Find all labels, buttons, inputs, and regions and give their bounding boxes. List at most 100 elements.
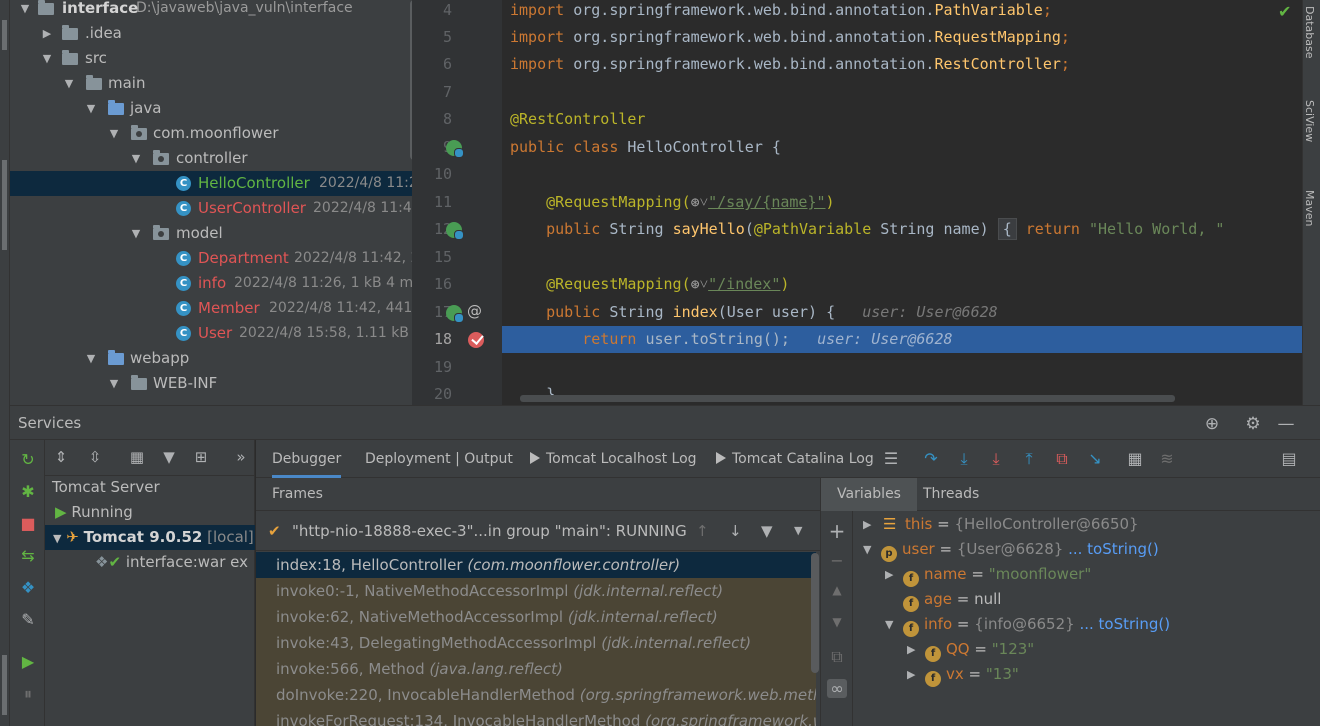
tree-item-member[interactable]: C Member 2022/4/8 11:42, 441 B — [10, 296, 412, 321]
evaluate-icon[interactable]: ▦ — [1124, 449, 1146, 468]
filter-icon[interactable]: ▼ — [159, 448, 179, 466]
tostring-link[interactable]: ... toString() — [1079, 615, 1170, 633]
move-up-icon[interactable]: ▲ — [827, 583, 847, 597]
bean-gutter-icon[interactable] — [446, 140, 464, 158]
frame-row[interactable]: doInvoke:220, InvocableHandlerMethod (or… — [256, 682, 816, 708]
frame-row[interactable]: invokeForRequest:134, InvocableHandlerMe… — [256, 708, 816, 726]
chevron-right-icon[interactable]: ▶ — [907, 662, 919, 687]
minimize-icon[interactable]: — — [1276, 414, 1296, 434]
tab-deployment-output[interactable]: Deployment | Output — [365, 440, 513, 478]
rerun-icon[interactable]: ↻ — [18, 450, 38, 470]
service-tomcat-server[interactable]: Tomcat Server — [45, 475, 255, 500]
add-service-icon[interactable]: ⊞ — [191, 448, 211, 466]
sciview-tool-tab[interactable]: SciView — [1303, 100, 1316, 142]
force-step-into-icon[interactable]: ⤓ — [985, 449, 1007, 469]
chevron-down-icon[interactable]: ▼ — [40, 46, 54, 71]
service-tomcat-instance[interactable]: ▼ ✈ Tomcat 9.0.52 [local] — [45, 525, 255, 550]
gear-icon[interactable]: ⚙ — [1243, 414, 1263, 434]
check-icon[interactable]: ✔ — [1278, 2, 1291, 21]
frames-scrollbar[interactable] — [811, 553, 819, 673]
editor-horizontal-scrollbar[interactable] — [520, 395, 1175, 402]
stop-icon[interactable]: ■ — [18, 514, 38, 534]
at-gutter-icon[interactable]: @ — [467, 302, 482, 320]
remove-watch-icon[interactable]: − — [827, 551, 847, 570]
group-icon[interactable]: ▦ — [127, 448, 147, 466]
tool-strip-handle[interactable] — [2, 655, 7, 715]
tab-catalina-log[interactable]: Tomcat Catalina Log — [716, 440, 874, 478]
debug-icon[interactable]: ✱ — [18, 482, 38, 502]
breakpoint-icon[interactable] — [468, 332, 484, 348]
bean-gutter-icon[interactable] — [446, 305, 464, 323]
tree-item-department[interactable]: C Department 2022/4/8 11:42, 2 — [10, 246, 412, 271]
chevron-down-icon[interactable]: ▼ — [107, 371, 121, 396]
move-down-icon[interactable]: ▼ — [827, 615, 847, 629]
frame-row[interactable]: index:18, HelloController (com.moonflowe… — [256, 552, 816, 578]
tab-debugger[interactable]: Debugger — [272, 440, 342, 478]
chevron-down-icon[interactable]: ▼ — [53, 532, 61, 545]
cluster-icon[interactable]: ❖ — [18, 578, 38, 598]
chevron-right-icon[interactable]: ▶ — [40, 21, 54, 46]
target-icon[interactable]: ⊕ — [1202, 414, 1222, 434]
tree-item-user[interactable]: C User 2022/4/8 15:58, 1.11 kB A m — [10, 321, 412, 346]
chevron-down-icon[interactable]: ▼ — [107, 121, 121, 146]
trace-icon[interactable]: ≋ — [1156, 449, 1178, 468]
filter-icon[interactable]: ▼ — [761, 511, 773, 551]
step-over-icon[interactable]: ↷ — [920, 449, 942, 468]
chevron-down-icon[interactable]: ▼ — [863, 537, 875, 562]
drop-frame-icon[interactable]: ⧉ — [1051, 449, 1073, 469]
tree-root[interactable]: ▼ interface D:\javaweb\java_vuln\interfa… — [10, 0, 412, 21]
chevron-right-icon[interactable]: ▶ — [907, 637, 919, 662]
chevron-down-icon[interactable]: ▼ — [62, 71, 76, 96]
arrow-down-icon[interactable]: ↓ — [729, 511, 742, 551]
copy-icon[interactable]: ⧉ — [827, 647, 847, 667]
thread-selector[interactable]: ✔ "http-nio-18888-exec-3"...in group "ma… — [256, 511, 821, 551]
frame-row[interactable]: invoke:62, NativeMethodAccessorImpl (jdk… — [256, 604, 816, 630]
resume-icon[interactable]: ▶ — [18, 652, 38, 672]
collapse-all-icon[interactable]: ⇳ — [85, 448, 105, 466]
tree-item-main[interactable]: ▼ main — [10, 71, 412, 96]
database-tool-tab[interactable]: Database — [1303, 6, 1316, 59]
tab-threads[interactable]: Threads — [907, 478, 995, 511]
tree-item-controller[interactable]: ▼ controller — [10, 146, 412, 171]
tree-item-usercontroller[interactable]: C UserController 2022/4/8 11:46 — [10, 196, 412, 221]
service-running[interactable]: ▶ Running — [45, 500, 255, 525]
arrow-up-icon[interactable]: ↑ — [696, 511, 709, 551]
tool-strip-handle[interactable] — [2, 20, 7, 50]
chevron-down-icon[interactable]: ▼ — [129, 221, 143, 246]
run-to-cursor-icon[interactable]: ↘ — [1084, 449, 1106, 468]
chevron-down-icon[interactable]: ▼ — [794, 511, 802, 551]
chevron-right-icon[interactable]: ▶ — [863, 512, 875, 537]
more-icon[interactable]: » — [231, 448, 251, 466]
service-artifact[interactable]: ❖✔ interface:war ex — [45, 550, 255, 575]
chevron-down-icon[interactable]: ▼ — [885, 612, 897, 637]
chevron-right-icon[interactable]: ▶ — [885, 562, 897, 587]
layout-icon[interactable]: ▤ — [1278, 449, 1300, 468]
wrench-icon[interactable]: ✎ — [18, 610, 38, 630]
tree-item-idea[interactable]: ▶ .idea — [10, 21, 412, 46]
tree-item-model[interactable]: ▼ model — [10, 221, 412, 246]
expand-all-icon[interactable]: ⇕ — [51, 448, 71, 466]
folded-block[interactable]: { — [997, 218, 1017, 240]
tree-item-hellocontroller[interactable]: C HelloController 2022/4/8 11:26 — [10, 171, 412, 196]
chevron-down-icon[interactable]: ▼ — [84, 96, 98, 121]
frame-row[interactable]: invoke0:-1, NativeMethodAccessorImpl (jd… — [256, 578, 816, 604]
step-into-icon[interactable]: ⤓ — [953, 449, 975, 469]
code-url-string[interactable]: "/index" — [708, 275, 780, 293]
tree-item-java[interactable]: ▼ java — [10, 96, 412, 121]
menu-icon[interactable]: ☰ — [880, 449, 902, 468]
globe-icon[interactable]: ⊛˅ — [691, 275, 709, 293]
tostring-link[interactable]: ... toString() — [1068, 540, 1159, 558]
tool-strip-handle[interactable] — [2, 160, 7, 250]
add-watch-icon[interactable]: + — [827, 519, 847, 543]
tree-item-info[interactable]: C info 2022/4/8 11:26, 1 kB 4 minu — [10, 271, 412, 296]
globe-icon[interactable]: ⊛˅ — [691, 193, 709, 211]
deploy-icon[interactable]: ⇆ — [18, 546, 38, 566]
tree-item-src[interactable]: ▼ src — [10, 46, 412, 71]
maven-tool-tab[interactable]: Maven — [1303, 190, 1316, 226]
tab-localhost-log[interactable]: Tomcat Localhost Log — [530, 440, 697, 478]
tree-item-package[interactable]: ▼ com.moonflower — [10, 121, 412, 146]
chevron-down-icon[interactable]: ▼ — [129, 146, 143, 171]
bean-gutter-icon[interactable] — [446, 222, 464, 240]
tab-variables[interactable]: Variables — [821, 478, 917, 511]
step-out-icon[interactable]: ⤒ — [1018, 449, 1040, 469]
